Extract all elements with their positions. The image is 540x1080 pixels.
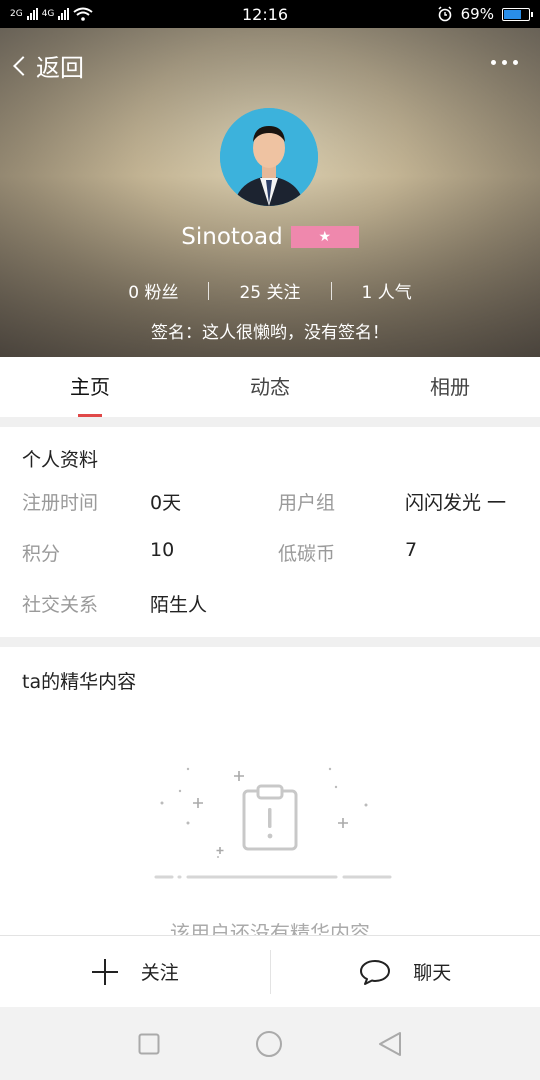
register-time-value: 0天 — [150, 492, 182, 514]
signal-icon-2 — [58, 8, 70, 20]
avatar-photo — [220, 108, 318, 206]
tab-activity[interactable]: 动态 — [180, 357, 360, 417]
user-group-label: 用户组 — [278, 492, 336, 514]
empty-clipboard-icon — [154, 767, 392, 879]
empty-highlights-text: 该用户还没有精华内容 — [170, 921, 370, 935]
chat-button[interactable]: 聊天 — [271, 936, 540, 1007]
points-label: 积分 — [22, 543, 61, 565]
plus-icon — [91, 958, 118, 985]
chat-bubble-icon — [360, 959, 391, 985]
back-nav-icon[interactable] — [378, 1031, 402, 1057]
network-type-2g: 2G — [10, 9, 23, 19]
home-icon[interactable] — [255, 1030, 283, 1058]
profile-header: 返回 Sinotoad ★ 0 粉丝 25 关注 1 人气 签名：这人很懒哟，没… — [0, 28, 540, 357]
profile-stats: 0 粉丝 25 关注 1 人气 — [0, 278, 540, 303]
action-bar: 关注 聊天 — [0, 935, 540, 1007]
relation-value: 陌生人 — [150, 594, 208, 616]
personal-info-title: 个人资料 — [22, 449, 99, 471]
more-dot-icon — [502, 60, 507, 65]
network-type-4g: 4G — [41, 9, 55, 19]
signal-icon — [26, 8, 38, 20]
clock: 12:16 — [241, 4, 289, 24]
highlights-title: ta的精华内容 — [22, 671, 137, 693]
profile-tabs: 主页 动态 相册 — [0, 357, 540, 417]
username: Sinotoad — [181, 224, 283, 250]
member-badge: ★ — [290, 226, 359, 248]
back-button[interactable]: 返回 — [10, 48, 84, 83]
battery-percent: 69% — [460, 5, 494, 23]
more-dot-icon — [491, 60, 496, 65]
system-nav-bar — [0, 1007, 540, 1080]
tab-album[interactable]: 相册 — [360, 357, 540, 417]
signal-indicators: 2G 4G — [10, 7, 94, 21]
status-bar: 2G 4G 12:16 69% — [0, 0, 540, 28]
highlights-card: ta的精华内容 该用户还没有精华内容 — [0, 647, 540, 935]
battery-icon — [501, 7, 533, 21]
register-time-label: 注册时间 — [22, 492, 99, 514]
chat-label: 聊天 — [413, 962, 452, 984]
follow-label: 关注 — [140, 962, 179, 984]
avatar[interactable] — [220, 108, 318, 206]
alarm-icon — [438, 6, 452, 22]
back-label: 返回 — [36, 54, 84, 82]
personal-info-card: 个人资料 注册时间 0天 用户组 闪闪发光 一 积分 10 低碳币 7 社交关系… — [0, 427, 540, 637]
tab-home[interactable]: 主页 — [0, 357, 180, 417]
coins-value: 7 — [405, 539, 418, 561]
user-group-value: 闪闪发光 一 — [405, 492, 507, 514]
more-dot-icon — [513, 60, 518, 65]
recent-apps-icon[interactable] — [138, 1033, 160, 1055]
coins-label: 低碳币 — [278, 543, 336, 565]
popularity-count: 1 人气 — [361, 283, 412, 303]
fans-count[interactable]: 0 粉丝 — [98, 278, 208, 303]
star-icon: ★ — [318, 229, 331, 245]
chevron-left-icon — [13, 55, 33, 76]
follow-button[interactable]: 关注 — [0, 936, 270, 1007]
following-count[interactable]: 25 关注 — [209, 278, 330, 303]
relation-label: 社交关系 — [22, 594, 99, 616]
signature: 签名：这人很懒哟，没有签名！ — [151, 323, 389, 343]
points-value: 10 — [150, 539, 175, 561]
wifi-icon — [73, 7, 94, 21]
more-menu-button[interactable] — [491, 60, 518, 65]
